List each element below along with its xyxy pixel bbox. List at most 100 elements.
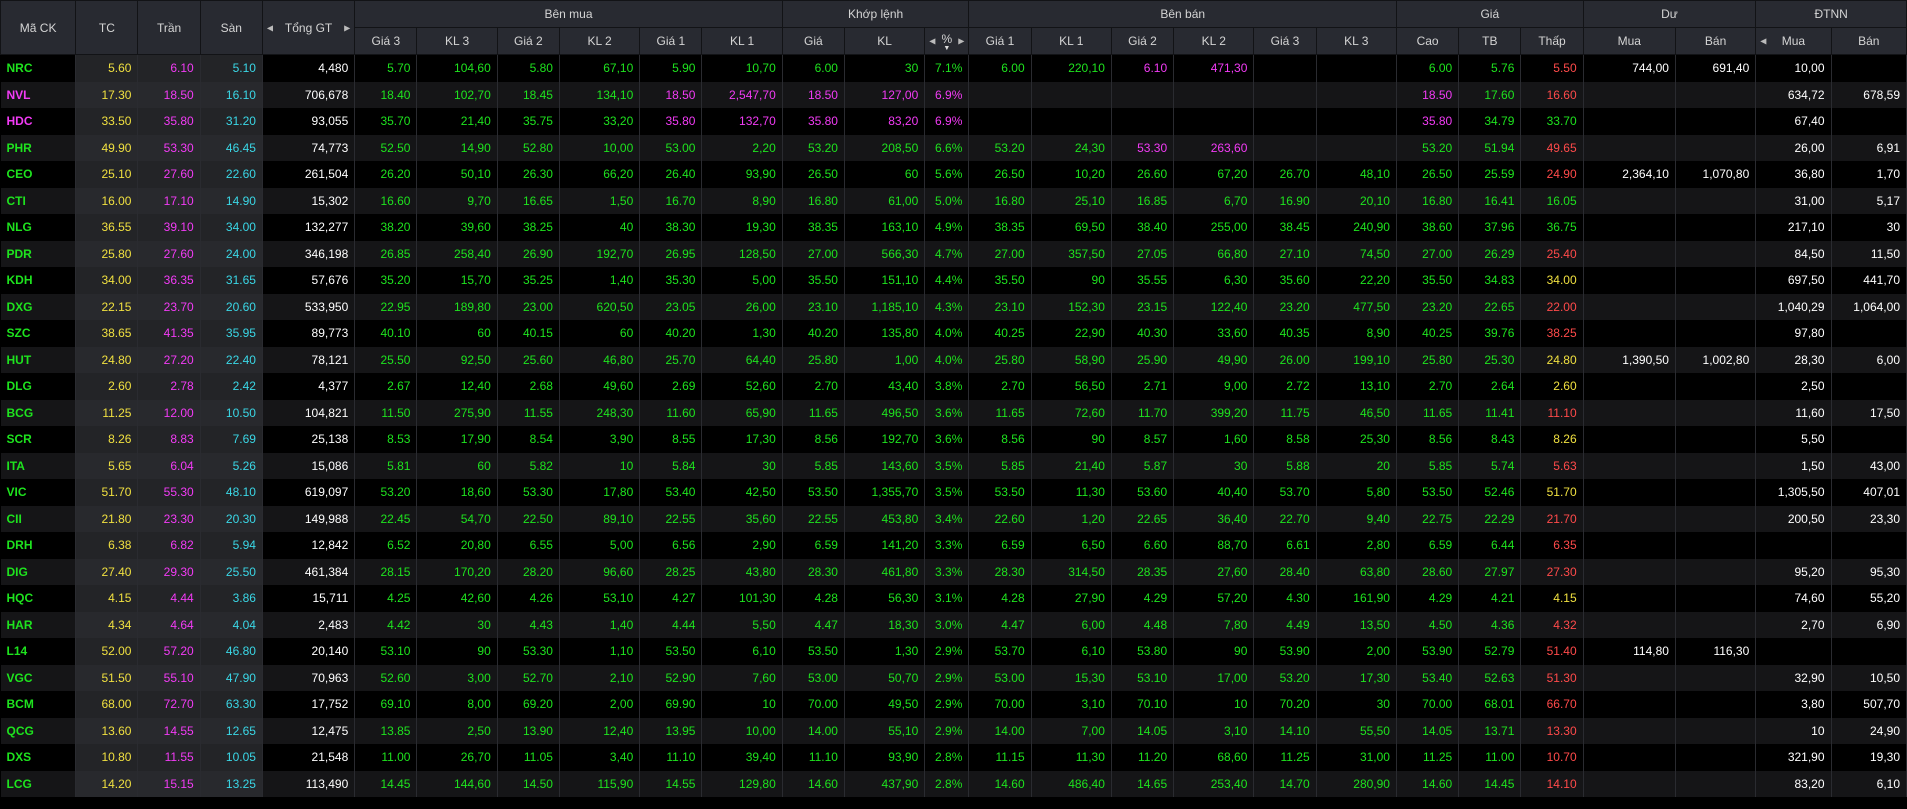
ask-price-3-cell: 6.61 xyxy=(1253,532,1317,559)
table-row[interactable]: L14 52.00 57.20 46.80 20,140 53.10 90 53.30 1,10… xyxy=(0,638,1907,665)
foreign-sell-cell xyxy=(1831,54,1907,82)
table-row[interactable]: DLG 2.60 2.78 2.42 4,377 2.67 12,40 2.68 49,60 2.… xyxy=(0,373,1907,400)
table-row[interactable]: DXS 10.80 11.55 10.05 21,548 11.00 26,70 11.05 3… xyxy=(0,744,1907,771)
table-row[interactable]: NLG 36.55 39.10 34.00 132,277 38.20 39,60 38.25… xyxy=(0,214,1907,241)
scroll-right-icon[interactable]: ▶ xyxy=(344,23,350,32)
bid-price-3-cell: 4.42 xyxy=(354,611,418,638)
scroll-left-icon[interactable]: ◀ xyxy=(929,37,935,46)
table-row[interactable]: SCR 8.26 8.83 7.69 25,138 8.53 17,90 8.54 3,90 8.… xyxy=(0,426,1907,453)
stock-symbol[interactable]: KDH xyxy=(0,267,77,294)
table-row[interactable]: DRH 6.38 6.82 5.94 12,842 6.52 20,80 6.55 5,00 6.… xyxy=(0,532,1907,559)
scroll-left-icon[interactable]: ◀ xyxy=(1760,37,1766,46)
ask-vol-2-cell: 7,80 xyxy=(1173,611,1255,638)
bid-col-header[interactable]: KL 3 xyxy=(416,27,498,55)
match-col-header[interactable]: KL xyxy=(843,27,926,55)
ask-col-header[interactable]: KL 1 xyxy=(1030,27,1112,55)
stock-symbol[interactable]: DRH xyxy=(0,532,77,559)
match-pct-header[interactable]: ◀% ▼ ▶ xyxy=(924,27,970,55)
col-floor-header[interactable]: Sàn xyxy=(199,0,263,55)
price-col-header[interactable]: Thấp xyxy=(1520,27,1584,55)
col-ref-header[interactable]: TC xyxy=(75,0,139,55)
scroll-left-icon[interactable]: ◀ xyxy=(267,23,273,32)
table-row[interactable]: PHR 49.90 53.30 46.45 74,773 52.50 14,90 52.80 1… xyxy=(0,134,1907,161)
table-row[interactable]: CTI 16.00 17.10 14.90 15,302 16.60 9,70 16.65 1,… xyxy=(0,187,1907,214)
table-row[interactable]: HDC 33.50 35.80 31.20 93,055 35.70 21,40 35.75 3… xyxy=(0,108,1907,135)
ask-price-2-cell: 26.60 xyxy=(1111,161,1175,188)
col-total-header[interactable]: ◀ Tổng GT ▶ xyxy=(261,0,356,55)
foreign-col-header[interactable]: ◀ Mua xyxy=(1755,27,1832,55)
table-row[interactable]: VGC 51.50 55.10 47.90 70,963 52.60 3,00 52.70 2,… xyxy=(0,664,1907,691)
stock-symbol[interactable]: BCM xyxy=(0,691,77,718)
stock-symbol[interactable]: CEO xyxy=(0,161,77,188)
table-row[interactable]: VIC 51.70 55.30 48.10 619,097 53.20 18,60 53.30… xyxy=(0,479,1907,506)
stock-symbol[interactable]: NLG xyxy=(0,214,77,241)
rest-sell-cell xyxy=(1675,691,1757,718)
ask-col-header[interactable]: KL 2 xyxy=(1173,27,1255,55)
table-row[interactable]: CEO 25.10 27.60 22.60 261,504 26.20 50,10 26.30… xyxy=(0,161,1907,188)
table-row[interactable]: HAR 4.34 4.64 4.04 2,483 4.42 30 4.43 1,40 4.44 5,… xyxy=(0,611,1907,638)
total-value-cell: 25,138 xyxy=(262,426,356,453)
stock-symbol[interactable]: PHR xyxy=(0,134,77,161)
table-row[interactable]: NRC 5.60 6.10 5.10 4,480 5.70 104,60 5.80 67,10 5… xyxy=(0,54,1907,82)
table-row[interactable]: CII 21.80 23.30 20.30 149,988 22.45 54,70 22.50… xyxy=(0,505,1907,532)
table-row[interactable]: BCM 68.00 72.70 63.30 17,752 69.10 8,00 69.20 2,… xyxy=(0,691,1907,718)
ask-col-header[interactable]: Giá 3 xyxy=(1253,27,1317,55)
high-cell: 53.90 xyxy=(1396,638,1460,665)
stock-symbol[interactable]: VIC xyxy=(0,479,77,506)
match-col-header[interactable]: Giá xyxy=(781,27,845,55)
stock-symbol[interactable]: HDC xyxy=(0,108,77,135)
table-row[interactable]: PDR 25.80 27.60 24.00 346,198 26.85 258,40 26.9… xyxy=(0,240,1907,267)
ask-vol-2-cell: 68,60 xyxy=(1173,744,1255,771)
stock-symbol[interactable]: LCG xyxy=(0,770,77,797)
table-row[interactable]: BCG 11.25 12.00 10.50 104,821 11.50 275,90 11.5… xyxy=(0,399,1907,426)
stock-symbol[interactable]: BCG xyxy=(0,399,77,426)
bid-col-header[interactable]: Giá 3 xyxy=(354,27,418,55)
stock-symbol[interactable]: ITA xyxy=(0,452,77,479)
bid-col-header[interactable]: KL 1 xyxy=(701,27,783,55)
rest-sell-cell xyxy=(1675,611,1757,638)
foreign-col-header[interactable]: Bán xyxy=(1830,27,1907,55)
price-col-header[interactable]: Cao xyxy=(1395,27,1460,55)
stock-symbol[interactable]: CTI xyxy=(0,187,77,214)
stock-symbol[interactable]: CII xyxy=(0,505,77,532)
table-row[interactable]: LCG 14.20 15.15 13.25 113,490 14.45 144,60 14.5… xyxy=(0,770,1907,797)
stock-symbol[interactable]: NVL xyxy=(0,81,77,108)
bid-price-1-cell: 8.55 xyxy=(639,426,703,453)
table-row[interactable]: HUT 24.80 27.20 22.40 78,121 25.50 92,50 25.60 4… xyxy=(0,346,1907,373)
stock-symbol[interactable]: QCG xyxy=(0,717,77,744)
table-row[interactable]: NVL 17.30 18.50 16.10 706,678 18.40 102,70 18.4… xyxy=(0,81,1907,108)
rest-col-header[interactable]: Mua xyxy=(1582,27,1676,55)
stock-symbol[interactable]: HUT xyxy=(0,346,77,373)
ask-col-header[interactable]: KL 3 xyxy=(1315,27,1397,55)
table-row[interactable]: KDH 34.00 36.35 31.65 57,676 35.20 15,70 35.25 1… xyxy=(0,267,1907,294)
bid-col-header[interactable]: KL 2 xyxy=(558,27,641,55)
stock-symbol[interactable]: L14 xyxy=(0,638,77,665)
table-row[interactable]: DXG 22.15 23.70 20.60 533,950 22.95 189,80 23.0… xyxy=(0,293,1907,320)
table-row[interactable]: SZC 38.65 41.35 35.95 89,773 40.10 60 40.15 60 40… xyxy=(0,320,1907,347)
stock-symbol[interactable]: HAR xyxy=(0,611,77,638)
table-row[interactable]: HQC 4.15 4.44 3.86 15,711 4.25 42,60 4.26 53,10 4… xyxy=(0,585,1907,612)
stock-symbol[interactable]: HQC xyxy=(0,585,77,612)
table-row[interactable]: ITA 5.65 6.04 5.26 15,086 5.81 60 5.82 10 5.84 30 5… xyxy=(0,452,1907,479)
stock-symbol[interactable]: SZC xyxy=(0,320,77,347)
stock-symbol[interactable]: DXG xyxy=(0,293,77,320)
bid-col-header[interactable]: Giá 1 xyxy=(639,27,703,55)
stock-symbol[interactable]: DLG xyxy=(0,373,77,400)
table-row[interactable]: QCG 13.60 14.55 12.65 12,475 13.85 2,50 13.90 12… xyxy=(0,717,1907,744)
rest-col-header[interactable]: Bán xyxy=(1674,27,1757,55)
col-ceil-header[interactable]: Trần xyxy=(137,0,201,55)
price-col-header[interactable]: TB xyxy=(1458,27,1522,55)
table-row[interactable]: DIG 27.40 29.30 25.50 461,384 28.15 170,20 28.2… xyxy=(0,558,1907,585)
floor-cell: 10.05 xyxy=(200,744,263,771)
stock-symbol[interactable]: DXS xyxy=(0,744,77,771)
stock-symbol[interactable]: VGC xyxy=(0,664,77,691)
bid-col-header[interactable]: Giá 2 xyxy=(496,27,560,55)
stock-symbol[interactable]: DIG xyxy=(0,558,77,585)
ask-col-header[interactable]: Giá 1 xyxy=(968,27,1032,55)
col-symbol-header[interactable]: Mã CK xyxy=(0,0,77,55)
stock-symbol[interactable]: PDR xyxy=(0,240,77,267)
scroll-right-icon[interactable]: ▶ xyxy=(958,37,964,46)
stock-symbol[interactable]: SCR xyxy=(0,426,77,453)
stock-symbol[interactable]: NRC xyxy=(0,54,77,82)
ask-col-header[interactable]: Giá 2 xyxy=(1110,27,1175,55)
